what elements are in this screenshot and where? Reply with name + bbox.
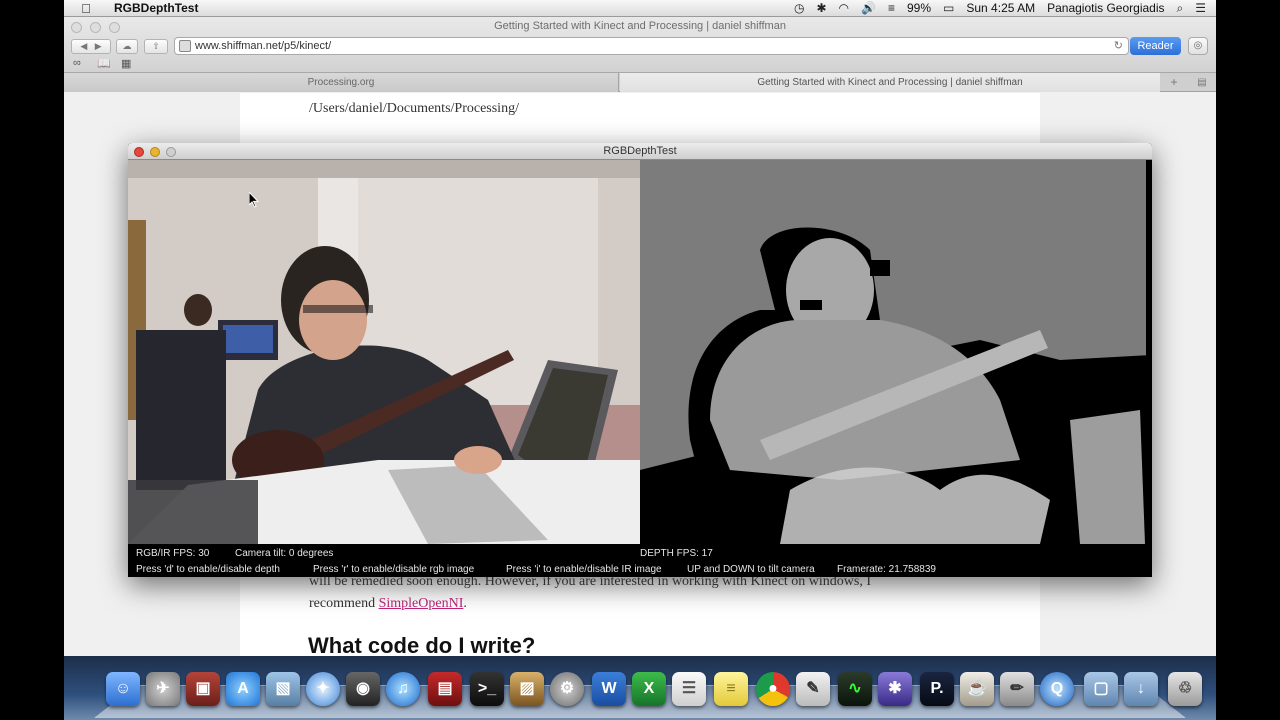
sketch-title: RGBDepthTest [603,145,677,157]
itunes-icon[interactable]: ♫ [386,672,420,706]
safari-window-title: Getting Started with Kinect and Processi… [494,20,786,32]
icloud-tabs-icon[interactable]: ☁ [116,39,138,54]
activity-monitor-icon[interactable]: ∿ [838,672,872,706]
photo-slideshow-icon[interactable]: ▤ [428,672,462,706]
sketch-zoom-button[interactable] [166,147,176,157]
sketch-titlebar[interactable]: RGBDepthTest [128,143,1152,160]
pencil-icon[interactable]: ✏ [1000,672,1034,706]
depth-map-illustration [640,160,1152,544]
downloads-icon[interactable]: ◎ [1188,37,1208,55]
sketch-close-button[interactable] [134,147,144,157]
instruments-icon[interactable]: ✱ [878,672,912,706]
bookmarks-icon[interactable]: 📖 [97,57,111,70]
wifi-icon[interactable]: ◠ [839,1,849,15]
site-favicon-icon [179,40,191,52]
excel-icon[interactable]: X [632,672,666,706]
system-preferences-icon[interactable]: ⚙ [550,672,584,706]
active-app-name[interactable]: RGBDepthTest [114,1,198,15]
address-bar[interactable]: www.shiffman.net/p5/kinect/ ↻ [174,37,1129,55]
simpleopenni-link[interactable]: SimpleOpenNI [379,596,464,611]
camera-tilt-label: Camera tilt: 0 degrees [235,548,334,559]
tab-processing-org[interactable]: Processing.org [64,73,619,92]
paragraph-end: . [463,596,467,611]
volume-icon[interactable]: 🔊 [861,1,876,15]
rgb-fps-label: RGB/IR FPS: 30 [136,548,210,559]
help-depth-toggle: Press 'd' to enable/disable depth [136,564,280,575]
preview-icon[interactable]: ▧ [266,672,300,706]
framerate-label: Framerate: 21.758839 [837,564,936,575]
bluetooth-icon[interactable]: ✱ [816,1,826,15]
time-machine-icon[interactable]: ◷ [794,1,804,15]
iphoto-icon[interactable]: ▨ [510,672,544,706]
menu-bar:  RGBDepthTest ◷ ✱ ◠ 🔊 ≡ 99% ▭ Sun 4:25 … [64,0,1216,17]
word-icon[interactable]: W [592,672,626,706]
depth-view-edge [1146,160,1152,544]
apple-menu-icon[interactable]:  [78,1,94,16]
reload-icon[interactable]: ↻ [1114,38,1123,54]
top-sites-icon[interactable]: ▦ [121,57,131,70]
tab-bar: Processing.org Getting Started with Kine… [64,73,1216,92]
processing-sketch-window[interactable]: RGBDepthTest RGB/IR FPS: 30 Camera tilt:… [128,143,1152,577]
reader-button[interactable]: Reader [1130,37,1181,55]
section-heading: What code do I write? [308,633,536,656]
dock: ☺ ✈ ▣ A ▧ ✦ ◉ ♫ ▤ >_ ▨ ⚙ W X ☰ ≡ ● ✎ ∿ ✱… [64,656,1216,720]
sketchbook-path: /Users/daniel/Documents/Processing/ [309,101,519,116]
menubar-user[interactable]: Panagiotis Georgiadis [1047,1,1164,15]
photo-booth-icon[interactable]: ▣ [186,672,220,706]
back-forward-buttons[interactable]: ◀ ▶ [71,39,111,54]
rgb-camera-image [128,160,640,544]
script-editor-icon[interactable]: ✎ [796,672,830,706]
finder-icon[interactable]: ☺ [106,672,140,706]
app-store-icon[interactable]: A [226,672,260,706]
spotlight-search-icon[interactable]: ⌕ [1177,1,1184,16]
trash-icon[interactable]: ♲ [1168,672,1202,706]
desktop-screen:  RGBDepthTest ◷ ✱ ◠ 🔊 ≡ 99% ▭ Sun 4:25 … [64,0,1216,720]
safari-icon[interactable]: ✦ [306,672,340,706]
battery-icon[interactable]: ▭ [943,1,954,15]
chrome-icon[interactable]: ● [756,672,790,706]
article-paragraph: will be remedied soon enough. However, i… [309,571,969,615]
processing-icon[interactable]: P. [920,672,954,706]
depth-camera-image [640,160,1152,544]
launchpad-icon[interactable]: ✈ [146,672,180,706]
mouse-cursor-icon [249,192,259,208]
notification-center-icon[interactable]: ☰ [1195,1,1206,15]
menubar-clock[interactable]: Sun 4:25 AM [966,1,1035,15]
reading-list-icon[interactable]: ∞ [73,57,81,69]
help-tilt-keys: UP and DOWN to tilt camera [687,564,815,575]
coffee-icon[interactable]: ☕ [960,672,994,706]
quicktime-icon[interactable]: Q [1040,672,1074,706]
depth-fps-label: DEPTH FPS: 17 [640,548,713,559]
safari-toolbar: Getting Started with Kinect and Processi… [64,17,1216,73]
address-bar-url: www.shiffman.net/p5/kinect/ [195,40,332,52]
facetime-icon[interactable]: ◉ [346,672,380,706]
stickies-icon[interactable]: ≡ [714,672,748,706]
battery-percentage[interactable]: 99% [907,1,931,15]
rgb-scene-illustration [128,160,640,544]
tab-overview-icon[interactable]: ▤ [1192,75,1212,90]
sketch-window-controls [134,147,176,157]
new-tab-button[interactable]: + [1164,75,1184,90]
help-ir-toggle: Press 'i' to enable/disable IR image [506,564,662,575]
terminal-icon[interactable]: >_ [470,672,504,706]
applications-folder-icon[interactable]: ▢ [1084,672,1118,706]
tab-kinect-article[interactable]: Getting Started with Kinect and Processi… [620,73,1160,92]
sketch-status-overlay: RGB/IR FPS: 30 Camera tilt: 0 degrees DE… [128,544,1152,577]
help-rgb-toggle: Press 'r' to enable/disable rgb image [313,564,475,575]
downloads-folder-icon[interactable]: ↓ [1124,672,1158,706]
keyboard-flag-icon[interactable]: ≡ [888,1,895,15]
textedit-icon[interactable]: ☰ [672,672,706,706]
paragraph-recommend: recommend [309,596,379,611]
sketch-minimize-button[interactable] [150,147,160,157]
share-icon[interactable]: ⇧ [144,39,168,54]
